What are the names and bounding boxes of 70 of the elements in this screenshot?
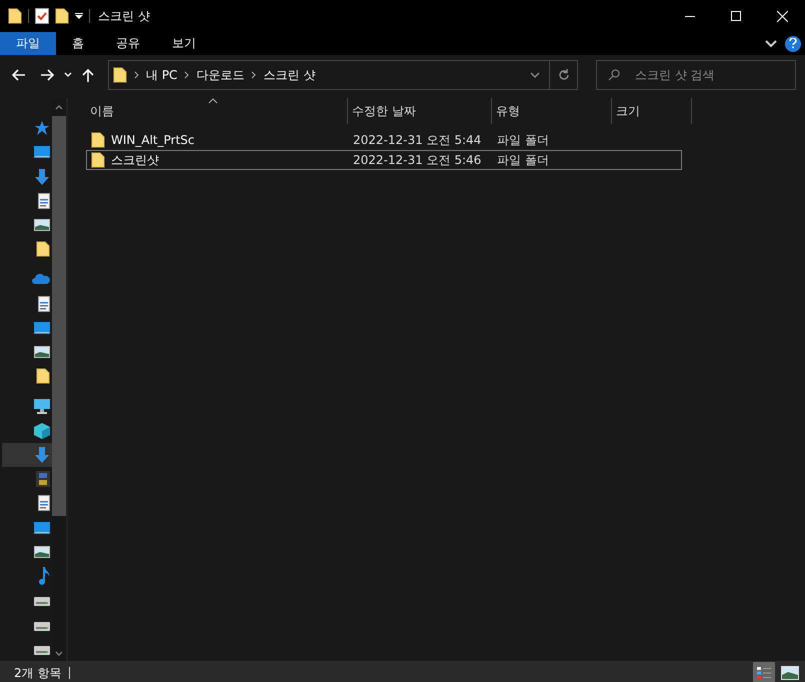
file-type: 파일 폴더 bbox=[497, 152, 549, 168]
modified-date: 2022-12-31 오전 5:46 bbox=[353, 152, 482, 168]
column-header[interactable]: 이름 bbox=[86, 98, 348, 124]
ribbon-tab[interactable]: 홈 bbox=[56, 32, 100, 55]
view-button[interactable] bbox=[753, 662, 775, 682]
file-type: 파일 폴더 bbox=[497, 132, 549, 148]
document-icon bbox=[38, 296, 50, 312]
window-title: 스크린 샷 bbox=[98, 8, 150, 24]
breadcrumb[interactable]: 다운로드 bbox=[196, 66, 244, 84]
large-icons-view-icon bbox=[781, 666, 799, 680]
scroll-down-icon[interactable] bbox=[55, 651, 63, 657]
chevron-right-icon[interactable] bbox=[184, 71, 190, 79]
picture-icon bbox=[34, 346, 50, 358]
document-icon bbox=[38, 192, 50, 209]
chevron-down-icon bbox=[530, 72, 540, 78]
chevron-right-icon[interactable] bbox=[251, 71, 256, 79]
checklist-icon[interactable] bbox=[35, 8, 49, 24]
scroll-up-icon[interactable] bbox=[55, 104, 63, 110]
left-arrow-icon bbox=[12, 69, 26, 81]
search-field[interactable]: 스크린 샷 검색 bbox=[596, 60, 796, 90]
folder-icon bbox=[8, 8, 22, 24]
down-arrow-icon bbox=[34, 447, 50, 463]
down-arrow-icon bbox=[34, 168, 50, 185]
search-icon bbox=[608, 69, 620, 81]
address-bar[interactable]: 내 PC 다운로드 스크린 샷 bbox=[108, 60, 578, 90]
chevron-right-icon[interactable] bbox=[134, 71, 139, 79]
column-header[interactable]: 크기 bbox=[612, 98, 692, 124]
cloud-icon bbox=[32, 273, 50, 286]
file-row[interactable]: WIN_Alt_PrtSc 2022-12-31 오전 5:44 파일 폴더 bbox=[86, 130, 682, 150]
folder-icon bbox=[36, 368, 50, 384]
ribbon-tab[interactable]: 공유 bbox=[100, 32, 156, 55]
file-name: 스크린샷 bbox=[111, 152, 159, 168]
cube-icon bbox=[34, 422, 50, 439]
breadcrumb[interactable]: 스크린 샷 bbox=[263, 66, 316, 84]
document-icon bbox=[38, 495, 50, 512]
up-arrow-icon bbox=[82, 68, 94, 82]
modified-date: 2022-12-31 오전 5:44 bbox=[353, 132, 482, 148]
folder-icon bbox=[36, 241, 50, 258]
file-row[interactable]: 스크린샷 2022-12-31 오전 5:46 파일 폴더 bbox=[86, 150, 682, 170]
folder-icon bbox=[55, 8, 69, 24]
column-header[interactable]: 유형 bbox=[492, 98, 612, 124]
folder-icon bbox=[91, 152, 105, 168]
desktop-icon bbox=[34, 322, 50, 334]
column-header[interactable]: 수정한 날짜 bbox=[348, 98, 492, 124]
sort-up-icon bbox=[208, 98, 218, 104]
breadcrumb[interactable]: 내 PC bbox=[146, 66, 178, 84]
drive-icon bbox=[34, 594, 50, 606]
star-icon bbox=[34, 120, 50, 136]
picture-icon bbox=[34, 219, 50, 232]
desktop-icon bbox=[34, 522, 50, 534]
music-note-icon bbox=[38, 567, 50, 586]
maximize-icon bbox=[731, 11, 741, 21]
desktop-icon bbox=[34, 146, 50, 158]
details-view-icon bbox=[756, 666, 772, 680]
folder-icon bbox=[113, 67, 127, 83]
scrollbar-thumb[interactable] bbox=[52, 116, 66, 516]
help-icon[interactable] bbox=[785, 36, 801, 52]
folder-icon bbox=[91, 132, 105, 148]
item-count: 2개 항목 bbox=[14, 664, 62, 682]
file-name: WIN_Alt_PrtSc bbox=[111, 133, 195, 147]
computer-icon bbox=[34, 399, 50, 414]
dropdown-icon[interactable] bbox=[75, 12, 83, 20]
film-icon bbox=[36, 471, 50, 488]
close-icon bbox=[776, 10, 788, 22]
ribbon-tab[interactable]: 파일 bbox=[0, 32, 56, 55]
ribbon-tab[interactable]: 보기 bbox=[156, 32, 212, 55]
right-arrow-icon bbox=[40, 69, 54, 81]
picture-icon bbox=[34, 546, 50, 558]
chevron-down-icon[interactable] bbox=[765, 40, 777, 48]
refresh-icon bbox=[558, 69, 570, 81]
